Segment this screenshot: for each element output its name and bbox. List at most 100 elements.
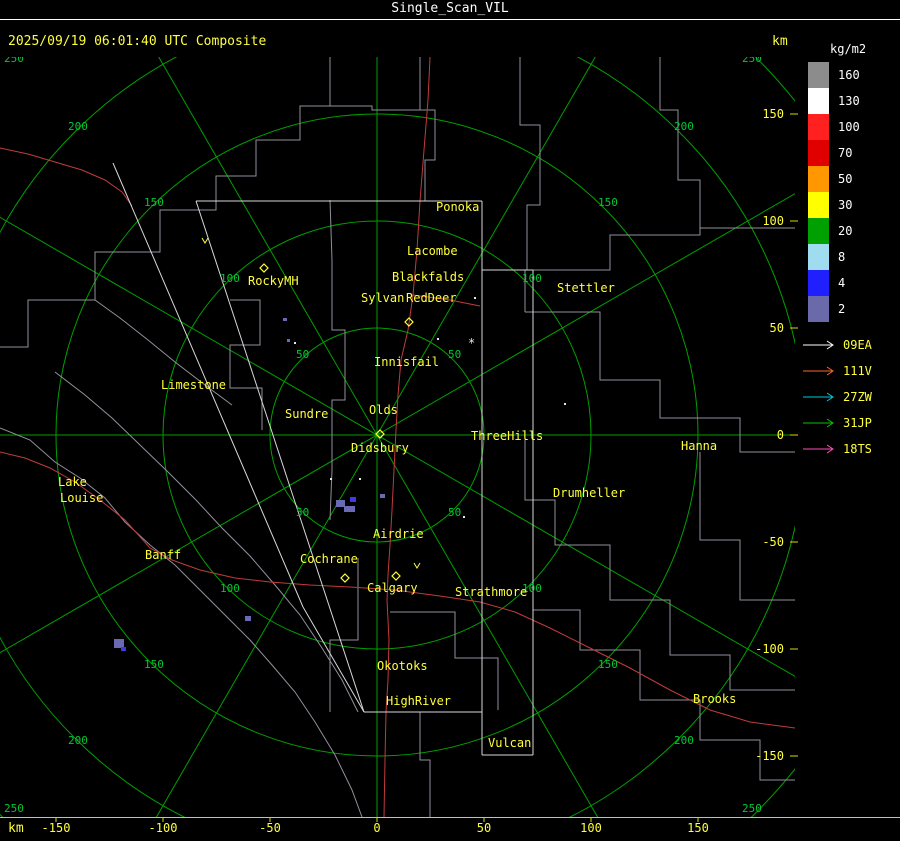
legend-scale-value: 8 — [838, 250, 846, 264]
legend-marker-label: 09EA — [843, 338, 872, 352]
scan-sector-outline — [302, 606, 365, 713]
precipitation-echo — [350, 497, 356, 502]
city-label: Airdrie — [373, 527, 424, 541]
legend-scale-value: 70 — [838, 146, 853, 160]
municipal-boundary-line — [329, 199, 346, 521]
range-ring-label: 250 — [742, 52, 762, 65]
scan-timestamp: 2025/09/19 06:01:40 UTC Composite — [8, 34, 267, 49]
site-arrow-icon — [803, 340, 834, 350]
bottom-axis-unit-label: km — [8, 821, 24, 836]
city-label: ThreeHills — [471, 429, 543, 443]
bottom-axis-tick-label: -50 — [259, 821, 281, 835]
legend-marker-row: 27ZW — [800, 384, 900, 410]
right-axis-tick-label: -150 — [755, 749, 784, 763]
legend-scale-row: 50 — [800, 166, 900, 192]
legend-unit-label: kg/m2 — [830, 42, 867, 56]
bottom-axis-separator — [0, 817, 900, 818]
town-dot — [359, 478, 361, 480]
municipal-boundary-line — [0, 427, 363, 817]
precipitation-echo — [287, 339, 290, 342]
legend-site-marker-list: 09EA 111V 27ZW 31JP 18TS — [800, 332, 900, 462]
legend-color-scale: 160 130 100 70 50 30 20 8 4 2 — [800, 62, 900, 322]
legend-scale-row: 8 — [800, 244, 900, 270]
legend-panel: kg/m2 160 130 100 70 50 30 20 8 4 2 09EA 111V 27ZW 3… — [800, 42, 900, 462]
city-label: HighRiver — [386, 694, 451, 708]
bottom-axis-tick-label: 0 — [373, 821, 380, 835]
city-label: Calgary — [367, 581, 418, 595]
legend-scale-value: 4 — [838, 276, 846, 290]
city-label: Innisfail — [374, 355, 439, 369]
right-axis-tick-label: -100 — [755, 642, 784, 656]
municipal-boundary-line — [330, 57, 421, 111]
range-ring-label: 150 — [598, 658, 618, 671]
legend-scale-row: 70 — [800, 140, 900, 166]
legend-scale-value: 160 — [838, 68, 860, 82]
municipal-boundary-line — [54, 371, 359, 713]
range-ring-label: 100 — [220, 272, 240, 285]
legend-marker-label: 18TS — [843, 442, 872, 456]
city-label: Limestone — [161, 378, 226, 392]
precipitation-echo — [380, 494, 385, 498]
bottom-axis-tick-label: -150 — [42, 821, 71, 835]
precipitation-echo — [283, 318, 287, 321]
city-label: Vulcan — [488, 736, 531, 750]
legend-marker-row: 111V — [800, 358, 900, 384]
right-axis-tick-label: 100 — [762, 214, 784, 228]
legend-scale-value: 130 — [838, 94, 860, 108]
city-label: Sundre — [285, 407, 328, 421]
city-label: Strathmore — [455, 585, 527, 599]
city-label: Olds — [369, 403, 398, 417]
city-label: Blackfalds — [392, 270, 464, 284]
site-arrow-icon — [803, 418, 834, 428]
legend-color-swatch — [808, 192, 829, 218]
legend-scale-value: 100 — [838, 120, 860, 134]
legend-scale-row: 20 — [800, 218, 900, 244]
town-dot — [474, 297, 476, 299]
site-arrow-icon — [803, 392, 834, 402]
legend-scale-value: 20 — [838, 224, 853, 238]
legend-color-swatch — [808, 296, 829, 322]
municipal-boundary-line — [659, 57, 701, 235]
range-ring-label: 250 — [4, 52, 24, 65]
city-label: Didsbury — [351, 441, 409, 455]
city-label: RedDeer — [406, 291, 457, 305]
legend-scale-row: 4 — [800, 270, 900, 296]
radar-application-window: { "header": { "title": "Single_Scan_VIL"… — [0, 0, 900, 841]
town-asterisk: * — [468, 336, 475, 350]
legend-scale-row: 100 — [800, 114, 900, 140]
town-dot — [330, 478, 332, 480]
legend-marker-row: 09EA — [800, 332, 900, 358]
radar-plot-area: 50 100 150 200 250 50 100 150 200 250 50 100 150 200 2… — [0, 52, 795, 817]
range-ring-label: 200 — [674, 120, 694, 133]
range-ring-label: 200 — [674, 734, 694, 747]
range-ring-label: 250 — [742, 802, 762, 815]
precipitation-echo — [344, 506, 355, 512]
municipal-boundary-line — [419, 712, 431, 817]
radar-site-marker — [259, 263, 269, 273]
window-title: Single_Scan_VIL — [391, 1, 509, 16]
range-ring-label: 100 — [220, 582, 240, 595]
right-axis-tick-label: 50 — [770, 321, 784, 335]
precipitation-echo — [245, 616, 251, 621]
municipal-boundary-line — [420, 109, 436, 201]
radar-map-canvas[interactable]: 5010015020025050100150200250501001502002… — [0, 0, 900, 841]
legend-scale-row: 160 — [800, 62, 900, 88]
highway-line — [0, 147, 133, 207]
storm-vector-marker — [201, 237, 209, 244]
range-ring-label: 200 — [68, 734, 88, 747]
site-arrow-icon — [803, 366, 834, 376]
bottom-axis-tick-label: -100 — [149, 821, 178, 835]
legend-color-swatch — [808, 62, 829, 88]
precipitation-echo — [336, 500, 345, 507]
range-ring — [0, 57, 795, 817]
town-dot — [437, 338, 439, 340]
precipitation-echo — [114, 639, 124, 648]
city-label: Sylvan — [361, 291, 404, 305]
city-label: Okotoks — [377, 659, 428, 673]
radar-site-marker — [391, 571, 401, 581]
bottom-axis-tick-label: 50 — [477, 821, 491, 835]
city-label: Brooks — [693, 692, 736, 706]
legend-marker-label: 111V — [843, 364, 872, 378]
legend-color-swatch — [808, 218, 829, 244]
city-label: Stettler — [557, 281, 615, 295]
